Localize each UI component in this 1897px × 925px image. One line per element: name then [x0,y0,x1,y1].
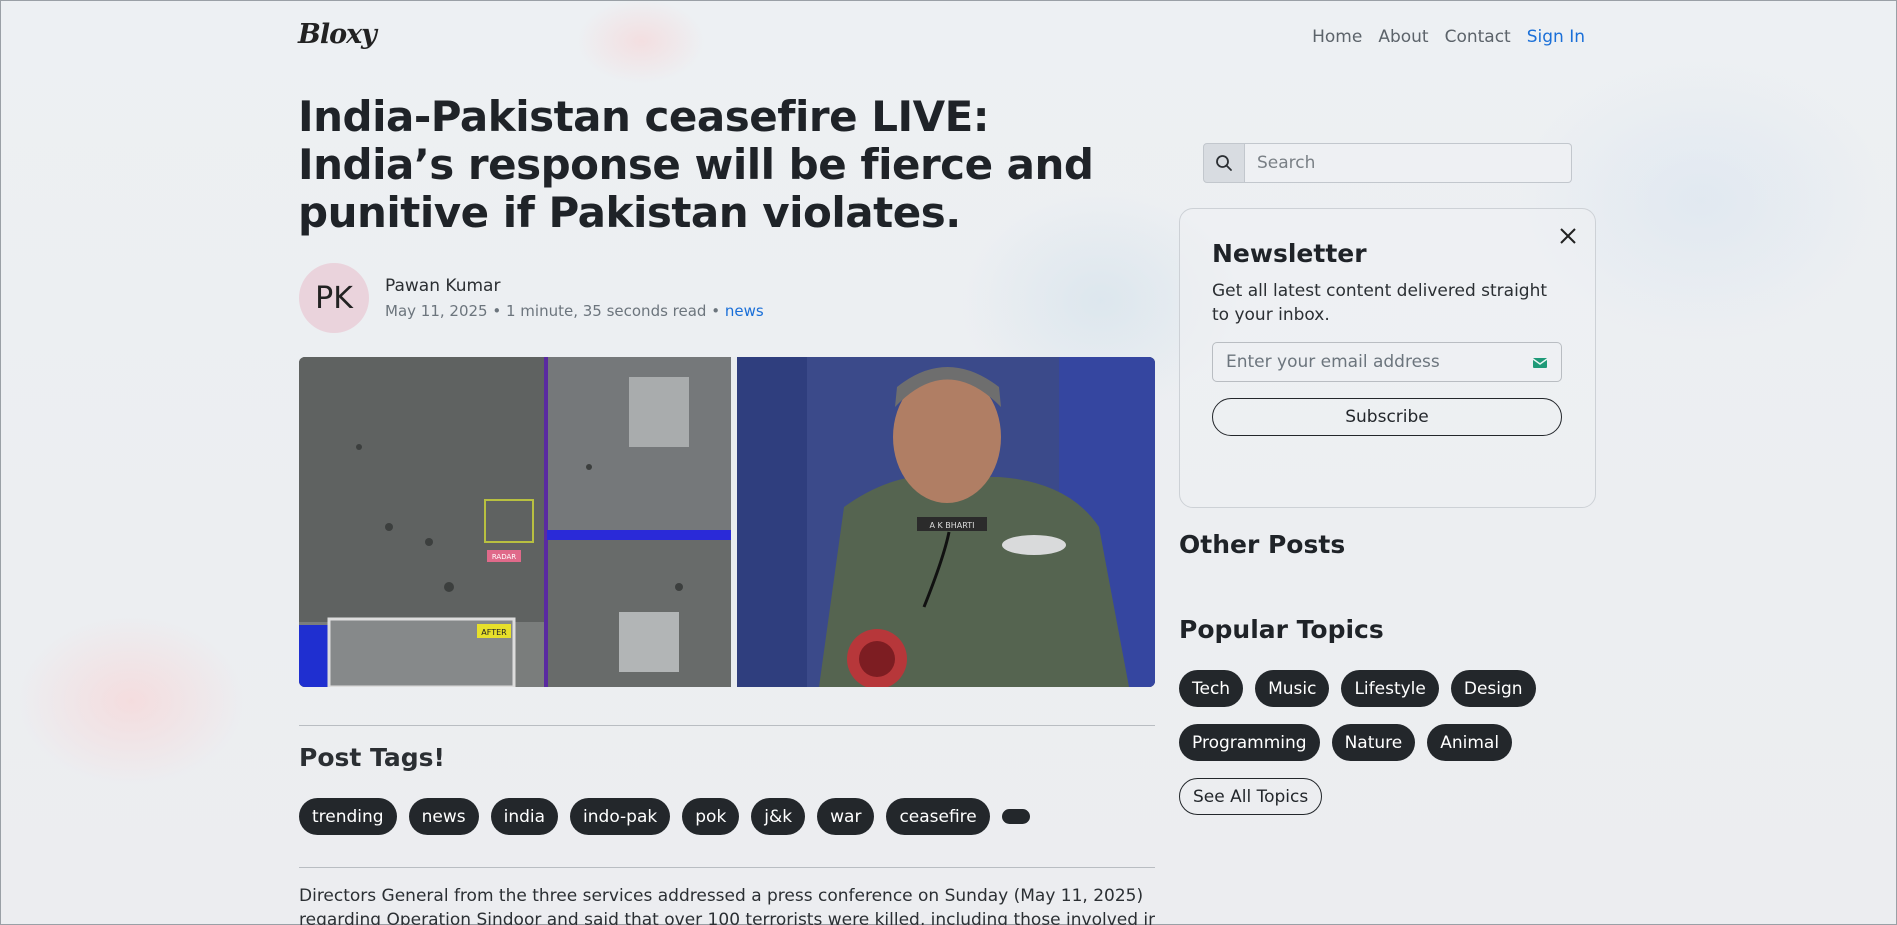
meta-separator: • [492,302,506,320]
other-posts-heading: Other Posts [1179,530,1346,559]
author-avatar: PK [299,263,369,333]
search-input[interactable] [1245,143,1572,183]
nav-contact-link[interactable]: Contact [1445,27,1511,47]
subscribe-button[interactable]: Subscribe [1212,398,1562,436]
topic-animal[interactable]: Animal [1427,724,1513,761]
tag-india[interactable]: india [490,798,559,835]
post-meta: May 11, 2025 • 1 minute, 35 seconds read… [385,302,764,320]
tag-trending[interactable]: trending [299,798,397,835]
popular-topics-list: Tech Music Lifestyle Design Programming … [1179,670,1599,815]
newsletter-title: Newsletter [1212,239,1367,268]
topic-nature[interactable]: Nature [1331,724,1416,761]
tag-pok[interactable]: pok [682,798,740,835]
tag-news[interactable]: news [408,798,479,835]
author-name: Pawan Kumar [385,276,501,296]
tag-ceasefire[interactable]: ceasefire [886,798,990,835]
nav-home-link[interactable]: Home [1312,27,1362,47]
topic-music[interactable]: Music [1255,670,1330,707]
topic-tech[interactable]: Tech [1179,670,1244,707]
site-logo[interactable]: Bloxy [298,19,377,50]
post-date: May 11, 2025 [385,302,488,320]
search-box [1203,143,1572,183]
newsletter-description: Get all latest content delivered straigh… [1212,281,1548,325]
hero-image-graphic: RADAR AFTER A K BHARTI [299,357,1155,687]
category-link[interactable]: news [725,302,764,320]
email-field[interactable] [1213,343,1513,381]
search-icon[interactable] [1203,143,1245,183]
top-nav: Home About Contact Sign In [1312,27,1585,47]
close-icon[interactable] [1559,227,1577,249]
page: Bloxy Home About Contact Sign In India-P… [1,1,1896,925]
read-time: 1 minute, 35 seconds read [505,302,707,320]
hero-label-radar: RADAR [492,553,516,561]
post-tags-heading: Post Tags! [299,743,445,772]
tag-war[interactable]: war [817,798,875,835]
see-all-topics-button[interactable]: See All Topics [1179,778,1323,815]
hero-image: RADAR AFTER A K BHARTI [299,357,1155,687]
tag-empty[interactable] [1001,809,1030,824]
post-tags-list: trending news india indo-pak pok j&k war… [299,798,1030,835]
email-field-wrapper [1212,342,1562,382]
newsletter-card: Newsletter Get all latest content delive… [1179,208,1596,508]
hero-label-after: AFTER [481,628,507,637]
topic-lifestyle[interactable]: Lifestyle [1341,670,1439,707]
nav-about-link[interactable]: About [1378,27,1428,47]
avatar-initials: PK [315,280,353,316]
sign-in-link[interactable]: Sign In [1527,27,1585,47]
article-body-line: regarding Operation Sindoor and said tha… [299,910,1155,925]
topic-programming[interactable]: Programming [1179,724,1320,761]
topic-design[interactable]: Design [1450,670,1536,707]
divider [299,867,1155,868]
article-body-line: Directors General from the three service… [299,886,1144,906]
article-body: Directors General from the three service… [299,884,1155,925]
tag-jk[interactable]: j&k [751,798,806,835]
tag-indo-pak[interactable]: indo-pak [570,798,671,835]
article-title: India-Pakistan ceasefire LIVE: India’s r… [298,92,1094,237]
meta-separator: • [711,302,725,320]
popular-topics-heading: Popular Topics [1179,615,1384,644]
mail-icon [1532,355,1548,374]
divider [299,725,1155,726]
hero-label-nametag: A K BHARTI [929,521,974,530]
